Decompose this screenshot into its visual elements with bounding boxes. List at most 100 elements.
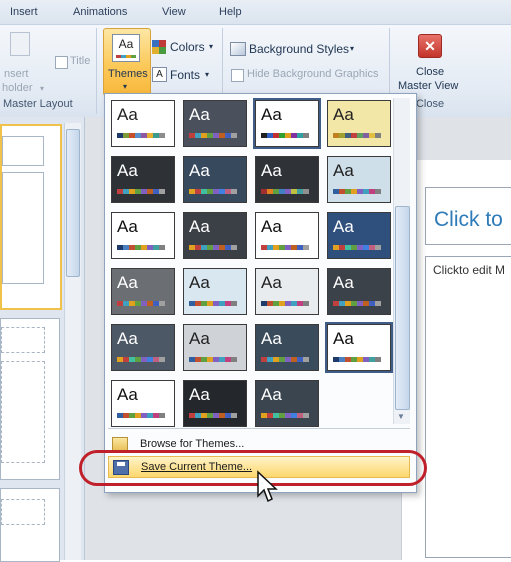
browse-for-themes-label: Browse for Themes... — [140, 438, 245, 450]
color-square — [159, 40, 166, 47]
menu-divider — [108, 428, 410, 429]
tab-view[interactable]: View — [162, 6, 186, 18]
color-swatch — [303, 413, 309, 418]
theme-thumbnail[interactable]: Aa — [183, 212, 247, 259]
background-styles-button[interactable]: Background Styles ▾ — [230, 40, 360, 58]
body-placeholder[interactable]: Clickto edit M — [425, 256, 511, 558]
slide-thumbnail-master[interactable] — [0, 124, 62, 310]
hide-background-graphics-checkbox[interactable]: Hide Background Graphics — [230, 68, 390, 84]
tab-insert[interactable]: Insert — [10, 6, 38, 18]
theme-color-swatches — [117, 301, 165, 306]
chevron-down-icon: ▾ — [123, 82, 128, 91]
color-swatch — [375, 245, 381, 250]
close-master-view-button[interactable]: ✕ Close Master View — [394, 28, 466, 98]
color-square — [152, 40, 159, 47]
colors-button[interactable]: Colors ▾ — [152, 38, 220, 56]
color-swatch — [159, 245, 165, 250]
insert-placeholder-label-1: nsert — [4, 68, 29, 80]
tab-animations[interactable]: Animations — [73, 6, 127, 18]
theme-thumbnail[interactable]: Aa — [255, 156, 319, 203]
theme-color-swatches — [117, 245, 165, 250]
fonts-button[interactable]: A Fonts ▾ — [152, 66, 220, 84]
theme-sample-text: Aa — [261, 105, 282, 124]
close-master-view-label-1: Close — [416, 66, 445, 78]
theme-thumbnail[interactable]: Aa — [183, 268, 247, 315]
slide-thumbnail-layout[interactable] — [0, 318, 60, 480]
theme-thumbnail[interactable]: Aa — [111, 380, 175, 427]
theme-thumbnail[interactable]: Aa — [327, 100, 391, 147]
theme-thumbnail[interactable]: Aa — [325, 322, 393, 373]
themes-icon: Aa — [112, 34, 140, 62]
theme-color-swatches — [261, 413, 309, 418]
theme-thumbnail[interactable]: Aa — [111, 212, 175, 259]
theme-color-swatches — [189, 301, 237, 306]
title-placeholder[interactable]: Click to — [425, 187, 511, 245]
checkbox-box[interactable] — [231, 69, 244, 82]
theme-sample-text: Aa — [261, 385, 282, 404]
theme-thumbnail[interactable]: Aa — [327, 212, 391, 259]
tab-help[interactable]: Help — [219, 6, 242, 18]
theme-sample-text: Aa — [333, 105, 354, 124]
theme-thumbnail[interactable]: Aa — [183, 156, 247, 203]
theme-color-swatches — [261, 357, 309, 362]
theme-thumbnail[interactable]: Aa — [253, 98, 321, 149]
color-swatch — [375, 301, 381, 306]
color-swatch — [231, 301, 237, 306]
scroll-down-icon[interactable]: ▼ — [397, 412, 405, 421]
placeholder-icon — [10, 32, 30, 56]
title-placeholder-text: Click to — [434, 208, 503, 231]
gallery-scrollbar[interactable]: ▼ — [393, 98, 410, 424]
theme-thumbnail[interactable]: Aa — [327, 156, 391, 203]
theme-color-swatches — [261, 301, 309, 306]
chevron-down-icon: ▾ — [209, 42, 214, 51]
theme-thumbnail[interactable]: Aa — [255, 268, 319, 315]
color-swatch — [231, 245, 237, 250]
theme-color-swatches — [189, 189, 237, 194]
theme-thumbnail[interactable]: Aa — [255, 324, 319, 371]
color-swatch — [159, 133, 165, 138]
theme-thumbnail[interactable]: Aa — [183, 100, 247, 147]
checkbox-box[interactable] — [55, 56, 68, 69]
chevron-down-icon: ▾ — [350, 44, 355, 53]
color-swatch — [159, 301, 165, 306]
theme-sample-text: Aa — [333, 273, 354, 292]
theme-sample-text: Aa — [189, 217, 210, 236]
theme-thumbnail[interactable]: Aa — [255, 380, 319, 427]
theme-sample-text: Aa — [117, 385, 138, 404]
scrollbar-thumb[interactable] — [395, 206, 410, 410]
scrollbar-thumb[interactable] — [66, 129, 80, 277]
themes-button[interactable]: Aa Themes ▾ — [103, 28, 151, 96]
theme-color-swatches — [333, 133, 381, 138]
color-swatch — [303, 357, 309, 362]
theme-sample-text: Aa — [117, 105, 138, 124]
thumbnail-title-box — [1, 499, 45, 525]
background-styles-icon — [230, 42, 246, 56]
insert-placeholder-button[interactable]: nsert holder ▾ — [0, 30, 50, 96]
theme-color-swatches — [333, 245, 381, 250]
theme-thumbnail[interactable]: Aa — [111, 156, 175, 203]
slide-thumbnail-layout[interactable] — [0, 488, 60, 562]
color-swatch — [231, 413, 237, 418]
group-divider — [96, 28, 97, 114]
thumbnail-scrollbar[interactable] — [64, 123, 81, 560]
color-swatch — [231, 357, 237, 362]
theme-thumbnail[interactable]: Aa — [111, 268, 175, 315]
color-swatch — [159, 189, 165, 194]
theme-thumbnail[interactable]: Aa — [255, 212, 319, 259]
theme-color-swatches — [117, 189, 165, 194]
theme-thumbnail[interactable]: Aa — [327, 268, 391, 315]
theme-sample-text: Aa — [333, 329, 354, 348]
theme-color-swatches — [333, 189, 381, 194]
theme-thumbnail[interactable]: Aa — [183, 380, 247, 427]
color-swatch — [375, 133, 381, 138]
theme-thumbnail[interactable]: Aa — [111, 324, 175, 371]
body-placeholder-text: Clickto edit M — [433, 263, 506, 277]
theme-sample-text: Aa — [189, 105, 210, 124]
ribbon-tab-bar: Insert Animations View Help — [0, 0, 511, 24]
theme-thumbnail[interactable]: Aa — [111, 100, 175, 147]
thumbnail-body-box — [1, 361, 45, 463]
theme-thumbnail[interactable]: Aa — [183, 324, 247, 371]
color-swatch — [303, 189, 309, 194]
color-square — [152, 47, 159, 54]
background-styles-label: Background Styles — [249, 42, 350, 56]
